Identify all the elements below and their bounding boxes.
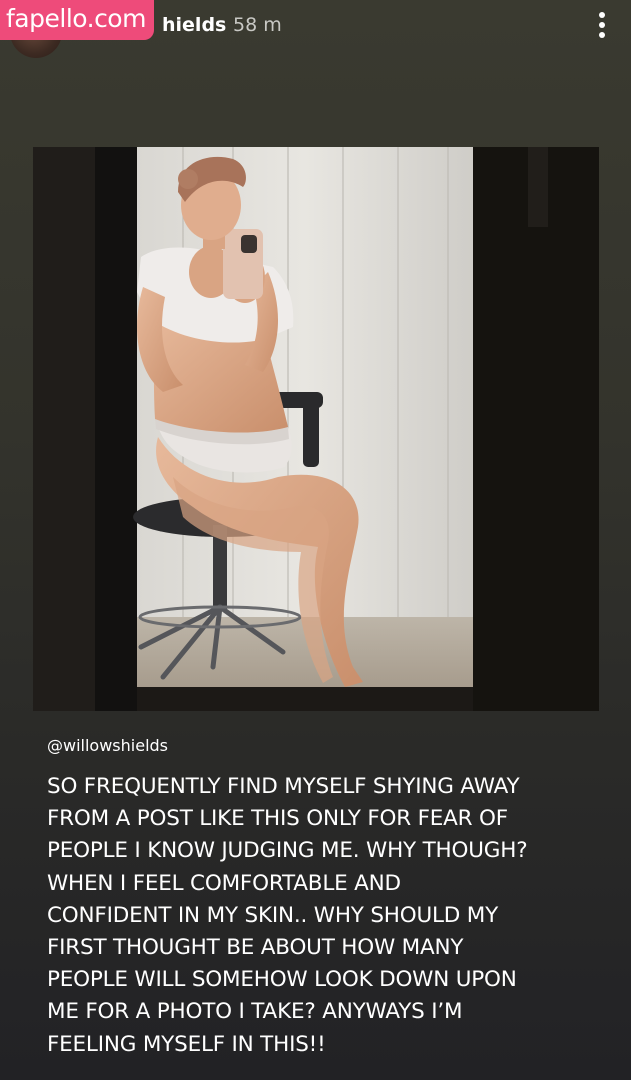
more-options-button[interactable] bbox=[595, 10, 609, 42]
story-timestamp: 58 m bbox=[233, 14, 282, 36]
story-photo[interactable] bbox=[33, 147, 599, 711]
story-username[interactable]: hields bbox=[162, 12, 226, 38]
mirror-selfie-image bbox=[33, 147, 599, 711]
caption-line: FROM A POST LIKE THIS ONLY FOR FEAR OF bbox=[47, 806, 508, 832]
watermark-badge: fapello.com bbox=[0, 0, 154, 40]
story-caption: SO FREQUENTLY FIND MYSELF SHYING AWAY FR… bbox=[47, 771, 597, 1061]
caption-line: PEOPLE WILL SOMEHOW LOOK DOWN UPON bbox=[47, 967, 517, 993]
caption-line: FIRST THOUGHT BE ABOUT HOW MANY bbox=[47, 935, 464, 961]
caption-line: ME FOR A PHOTO I TAKE? ANYWAYS I’M bbox=[47, 999, 463, 1025]
caption-line: FEELING MYSELF IN THIS!! bbox=[47, 1031, 326, 1057]
caption-line: CONFIDENT IN MY SKIN.. WHY SHOULD MY bbox=[47, 902, 499, 928]
more-vertical-icon bbox=[599, 12, 605, 38]
mention-handle[interactable]: @willowshields bbox=[47, 735, 168, 757]
caption-line: SO FREQUENTLY FIND MYSELF SHYING AWAY bbox=[47, 774, 520, 799]
caption-line: WHEN I FEEL COMFORTABLE AND bbox=[47, 870, 401, 896]
caption-line: PEOPLE I KNOW JUDGING ME. WHY THOUGH? bbox=[47, 838, 528, 864]
story-header: fapello.com hields 58 m bbox=[0, 0, 631, 58]
